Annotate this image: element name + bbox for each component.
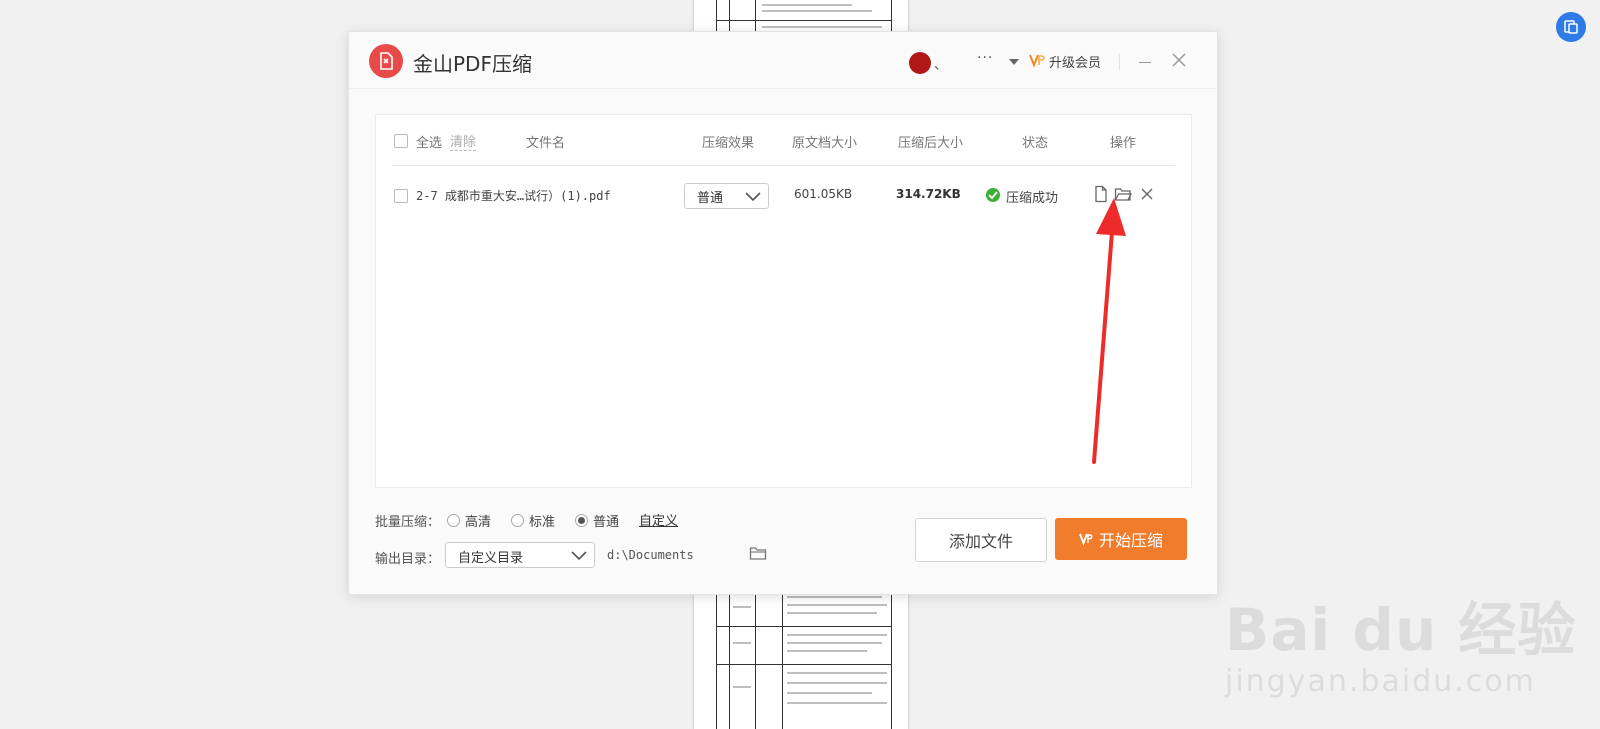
pdf-compress-dialog: 金山PDF压缩 、 ··· 升级会员 全选 清除 文件名 压缩效果 原文档大小 … — [348, 31, 1218, 595]
background-document-bottom — [693, 590, 909, 729]
radio-normal[interactable] — [575, 514, 588, 527]
output-dir-select[interactable]: 自定义目录 — [445, 542, 595, 568]
col-effect: 压缩效果 — [702, 136, 755, 151]
watermark-site: jingyan.baidu.com — [1225, 664, 1536, 699]
app-logo-icon — [369, 44, 403, 78]
vip-icon[interactable] — [1029, 52, 1045, 72]
remove-icon[interactable] — [1138, 185, 1156, 203]
output-path: d:\Documents — [607, 548, 694, 562]
floating-tool-icon[interactable] — [1556, 12, 1586, 42]
radio-hd-label[interactable]: 高清 — [465, 511, 491, 530]
radio-normal-label[interactable]: 普通 — [593, 511, 619, 530]
batch-compress-label: 批量压缩： — [375, 515, 441, 530]
start-compress-label: 开始压缩 — [1098, 531, 1163, 550]
upgrade-vip-button[interactable]: 升级会员 — [1049, 52, 1101, 71]
col-orig-size: 原文档大小 — [792, 136, 858, 151]
user-avatar[interactable] — [909, 52, 931, 74]
effect-select-value: 普通 — [697, 191, 724, 206]
chevron-down-icon — [745, 192, 761, 202]
clear-link[interactable]: 清除 — [450, 131, 477, 151]
open-folder-icon[interactable] — [1114, 185, 1132, 203]
success-check-icon — [986, 188, 1000, 202]
original-size: 601.05KB — [794, 187, 853, 201]
minimize-button[interactable] — [1139, 62, 1151, 63]
effect-select[interactable]: 普通 — [684, 183, 769, 209]
status-text: 压缩成功 — [1006, 191, 1059, 206]
col-action: 操作 — [1110, 136, 1137, 151]
select-all-checkbox[interactable] — [394, 134, 408, 148]
browse-folder-icon[interactable] — [749, 545, 767, 561]
add-file-button[interactable]: 添加文件 — [915, 518, 1047, 562]
watermark-brand: Bai du 经验 — [1225, 596, 1577, 664]
file-row-checkbox[interactable] — [394, 189, 408, 203]
file-list-header: 全选 清除 文件名 压缩效果 原文档大小 压缩后大小 状态 操作 — [392, 115, 1175, 166]
output-dir-label: 输出目录： — [375, 552, 441, 567]
background-document-top — [693, 0, 909, 34]
compressed-size: 314.72KB — [896, 187, 961, 201]
file-row: 2-7 成都市重大安…试行）(1).pdf 普通 601.05KB 314.72… — [392, 165, 1175, 225]
col-new-size: 压缩后大小 — [898, 136, 964, 151]
close-icon[interactable] — [1171, 52, 1187, 68]
start-compress-button[interactable]: 开始压缩 — [1055, 518, 1187, 560]
custom-setting-link[interactable]: 自定义 — [639, 510, 678, 529]
caret-down-icon[interactable] — [1009, 59, 1019, 65]
baidu-watermark: Bai du 经验 jingyan.baidu.com — [1225, 600, 1576, 699]
open-file-icon[interactable] — [1092, 185, 1110, 203]
radio-standard-label[interactable]: 标准 — [529, 511, 555, 530]
chevron-down-icon — [571, 551, 587, 561]
col-filename: 文件名 — [526, 136, 566, 151]
radio-standard[interactable] — [511, 514, 524, 527]
titlebar: 金山PDF压缩 、 ··· 升级会员 — [349, 32, 1217, 89]
file-name: 2-7 成都市重大安…试行）(1).pdf — [416, 189, 611, 203]
file-list-panel: 全选 清除 文件名 压缩效果 原文档大小 压缩后大小 状态 操作 2-7 成都市… — [375, 114, 1192, 488]
vip-icon — [1079, 533, 1093, 546]
output-dir-select-value: 自定义目录 — [458, 551, 524, 566]
radio-hd[interactable] — [447, 514, 460, 527]
user-name[interactable]: 、 — [934, 54, 947, 73]
titlebar-divider — [1119, 54, 1120, 70]
col-status: 状态 — [1022, 136, 1049, 151]
more-menu-button[interactable]: ··· — [977, 50, 993, 66]
app-title: 金山PDF压缩 — [413, 52, 532, 76]
select-all-label[interactable]: 全选 — [416, 132, 442, 151]
